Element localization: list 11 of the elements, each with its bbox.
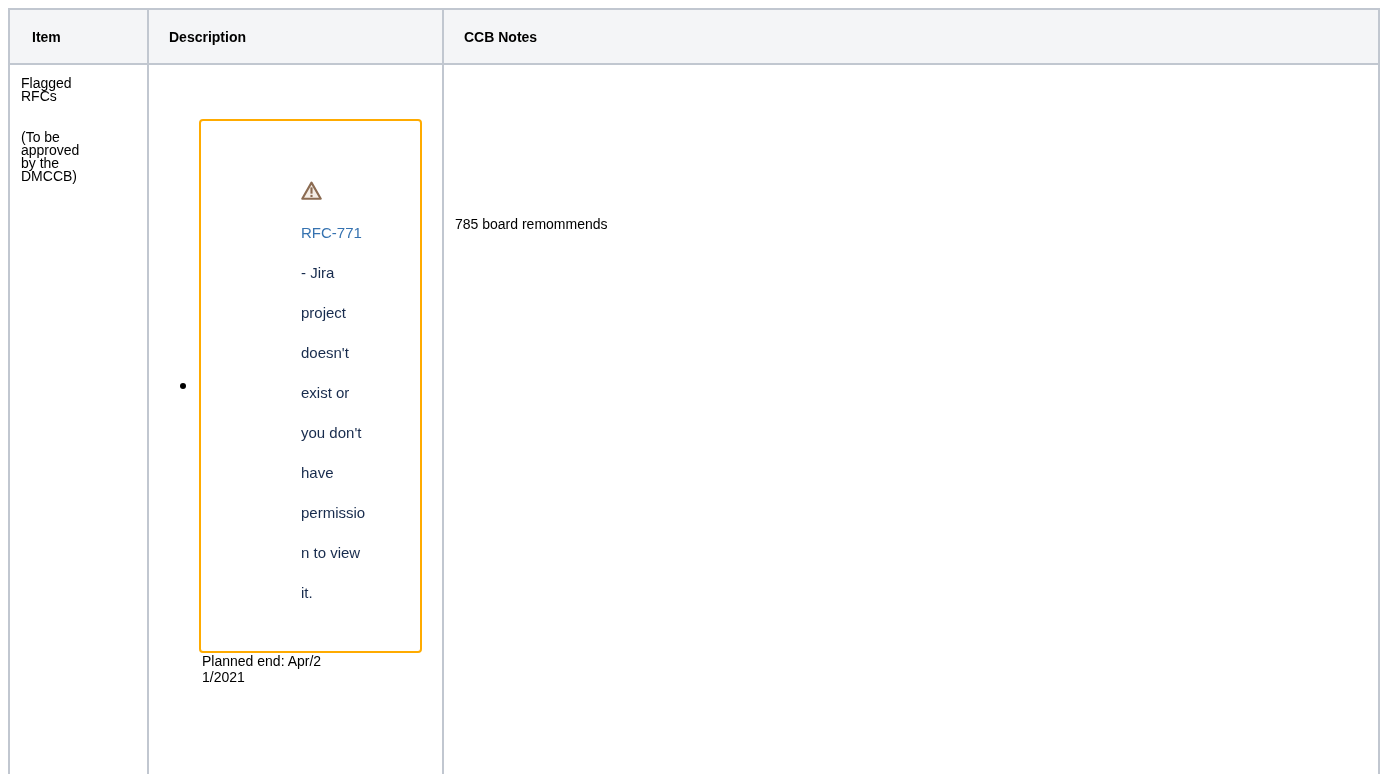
- planned-end-text: Planned end: Apr/21/2021: [202, 653, 323, 685]
- column-header-text: CCB Notes: [464, 28, 538, 45]
- item-text: Flagged RFCs: [21, 77, 73, 103]
- column-header-text: Item: [32, 28, 61, 45]
- notes-text: 785 board remommends: [455, 216, 608, 232]
- issue-summary: RFC-771 - Jira project doesn't exist or you don't have permission to view it.: [301, 173, 369, 613]
- bullet-icon: [180, 383, 186, 389]
- column-header-text: Description: [169, 28, 246, 45]
- issue-link[interactable]: RFC-771: [301, 224, 362, 241]
- warning-icon: [301, 181, 322, 200]
- item-text: (To be approved by the DMCCB): [21, 131, 81, 183]
